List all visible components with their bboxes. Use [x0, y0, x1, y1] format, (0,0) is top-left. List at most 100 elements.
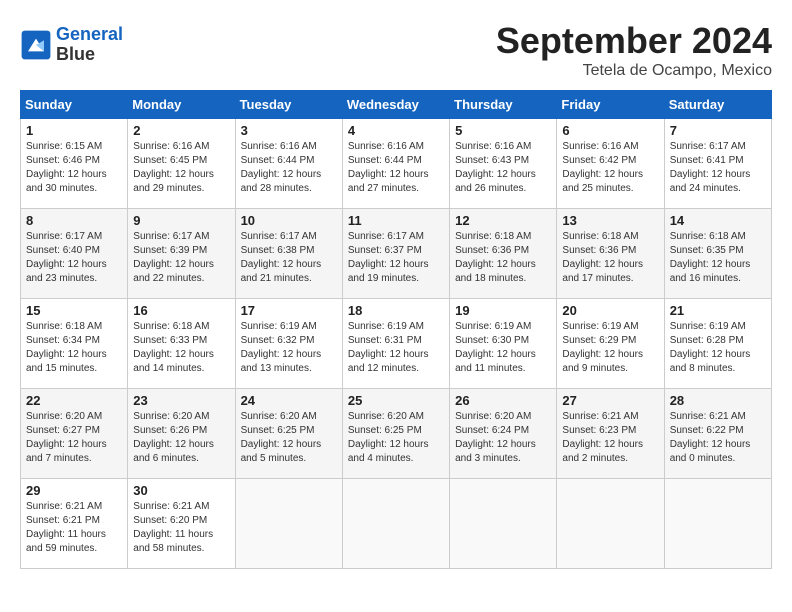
day-number-2: 2 — [133, 123, 229, 138]
calendar-cell-22: 22 Sunrise: 6:20 AM Sunset: 6:27 PM Dayli… — [21, 389, 128, 479]
day-number-19: 19 — [455, 303, 551, 318]
day-number-11: 11 — [348, 213, 444, 228]
weekday-header-monday: Monday — [128, 91, 235, 119]
day-number-18: 18 — [348, 303, 444, 318]
day-number-5: 5 — [455, 123, 551, 138]
day-number-17: 17 — [241, 303, 337, 318]
day-number-30: 30 — [133, 483, 229, 498]
day-number-7: 7 — [670, 123, 766, 138]
day-text-22: Sunrise: 6:20 AM Sunset: 6:27 PM Dayligh… — [26, 410, 122, 466]
calendar-week-5: 29 Sunrise: 6:21 AM Sunset: 6:21 PM Dayli… — [21, 479, 772, 569]
logo-text: General Blue — [56, 25, 123, 65]
calendar-cell-19: 19 Sunrise: 6:19 AM Sunset: 6:30 PM Dayli… — [450, 299, 557, 389]
calendar-week-2: 8 Sunrise: 6:17 AM Sunset: 6:40 PM Daylig… — [21, 209, 772, 299]
title-block: September 2024 Tetela de Ocampo, Mexico — [496, 20, 772, 80]
day-text-28: Sunrise: 6:21 AM Sunset: 6:22 PM Dayligh… — [670, 410, 766, 466]
day-text-24: Sunrise: 6:20 AM Sunset: 6:25 PM Dayligh… — [241, 410, 337, 466]
calendar-cell-18: 18Sunrise: 6:19 AM Sunset: 6:31 PM Dayli… — [342, 299, 449, 389]
weekday-header-row: SundayMondayTuesdayWednesdayThursdayFrid… — [21, 91, 772, 119]
day-text-19: Sunrise: 6:19 AM Sunset: 6:30 PM Dayligh… — [455, 320, 551, 376]
weekday-header-wednesday: Wednesday — [342, 91, 449, 119]
calendar-cell-1: 1 Sunrise: 6:15 AM Sunset: 6:46 PM Daylig… — [21, 119, 128, 209]
day-text-29: Sunrise: 6:21 AM Sunset: 6:21 PM Dayligh… — [26, 500, 122, 556]
day-number-1: 1 — [26, 123, 122, 138]
calendar-cell-16: 16 Sunrise: 6:18 AM Sunset: 6:33 PM Dayli… — [128, 299, 235, 389]
weekday-header-thursday: Thursday — [450, 91, 557, 119]
day-number-6: 6 — [562, 123, 658, 138]
day-text-30: Sunrise: 6:21 AM Sunset: 6:20 PM Dayligh… — [133, 500, 229, 556]
calendar-cell-2: 2 Sunrise: 6:16 AM Sunset: 6:45 PM Daylig… — [128, 119, 235, 209]
day-number-9: 9 — [133, 213, 229, 228]
day-text-3: Sunrise: 6:16 AM Sunset: 6:44 PM Dayligh… — [241, 140, 337, 196]
day-text-16: Sunrise: 6:18 AM Sunset: 6:33 PM Dayligh… — [133, 320, 229, 376]
day-text-10: Sunrise: 6:17 AM Sunset: 6:38 PM Dayligh… — [241, 230, 337, 286]
day-number-3: 3 — [241, 123, 337, 138]
day-text-8: Sunrise: 6:17 AM Sunset: 6:40 PM Dayligh… — [26, 230, 122, 286]
day-number-28: 28 — [670, 393, 766, 408]
day-text-15: Sunrise: 6:18 AM Sunset: 6:34 PM Dayligh… — [26, 320, 122, 376]
day-number-23: 23 — [133, 393, 229, 408]
calendar-cell-11: 11 Sunrise: 6:17 AM Sunset: 6:37 PM Dayli… — [342, 209, 449, 299]
calendar-cell-empty-4-6 — [664, 479, 771, 569]
calendar-cell-5: 5 Sunrise: 6:16 AM Sunset: 6:43 PM Daylig… — [450, 119, 557, 209]
day-number-4: 4 — [348, 123, 444, 138]
calendar-cell-14: 14Sunrise: 6:18 AM Sunset: 6:35 PM Dayli… — [664, 209, 771, 299]
day-text-12: Sunrise: 6:18 AM Sunset: 6:36 PM Dayligh… — [455, 230, 551, 286]
day-number-16: 16 — [133, 303, 229, 318]
day-text-25: Sunrise: 6:20 AM Sunset: 6:25 PM Dayligh… — [348, 410, 444, 466]
calendar-cell-10: 10 Sunrise: 6:17 AM Sunset: 6:38 PM Dayli… — [235, 209, 342, 299]
month-title: September 2024 — [496, 20, 772, 62]
calendar-cell-20: 20Sunrise: 6:19 AM Sunset: 6:29 PM Dayli… — [557, 299, 664, 389]
page-header: General Blue September 2024 Tetela de Oc… — [20, 20, 772, 80]
calendar-cell-28: 28 Sunrise: 6:21 AM Sunset: 6:22 PM Dayli… — [664, 389, 771, 479]
calendar-week-1: 1 Sunrise: 6:15 AM Sunset: 6:46 PM Daylig… — [21, 119, 772, 209]
calendar-cell-8: 8 Sunrise: 6:17 AM Sunset: 6:40 PM Daylig… — [21, 209, 128, 299]
day-text-7: Sunrise: 6:17 AM Sunset: 6:41 PM Dayligh… — [670, 140, 766, 196]
day-number-13: 13 — [562, 213, 658, 228]
calendar-week-4: 22 Sunrise: 6:20 AM Sunset: 6:27 PM Dayli… — [21, 389, 772, 479]
calendar-cell-empty-4-5 — [557, 479, 664, 569]
day-text-1: Sunrise: 6:15 AM Sunset: 6:46 PM Dayligh… — [26, 140, 122, 196]
day-text-23: Sunrise: 6:20 AM Sunset: 6:26 PM Dayligh… — [133, 410, 229, 466]
calendar-cell-13: 13 Sunrise: 6:18 AM Sunset: 6:36 PM Dayli… — [557, 209, 664, 299]
day-number-10: 10 — [241, 213, 337, 228]
day-number-24: 24 — [241, 393, 337, 408]
day-text-11: Sunrise: 6:17 AM Sunset: 6:37 PM Dayligh… — [348, 230, 444, 286]
day-number-14: 14 — [670, 213, 766, 228]
day-number-15: 15 — [26, 303, 122, 318]
day-text-26: Sunrise: 6:20 AM Sunset: 6:24 PM Dayligh… — [455, 410, 551, 466]
calendar-cell-15: 15 Sunrise: 6:18 AM Sunset: 6:34 PM Dayli… — [21, 299, 128, 389]
calendar-cell-17: 17 Sunrise: 6:19 AM Sunset: 6:32 PM Dayli… — [235, 299, 342, 389]
day-text-27: Sunrise: 6:21 AM Sunset: 6:23 PM Dayligh… — [562, 410, 658, 466]
day-number-8: 8 — [26, 213, 122, 228]
day-text-21: Sunrise: 6:19 AM Sunset: 6:28 PM Dayligh… — [670, 320, 766, 376]
calendar-cell-24: 24 Sunrise: 6:20 AM Sunset: 6:25 PM Dayli… — [235, 389, 342, 479]
calendar-table: SundayMondayTuesdayWednesdayThursdayFrid… — [20, 90, 772, 569]
day-number-25: 25 — [348, 393, 444, 408]
day-text-17: Sunrise: 6:19 AM Sunset: 6:32 PM Dayligh… — [241, 320, 337, 376]
day-number-22: 22 — [26, 393, 122, 408]
calendar-cell-9: 9 Sunrise: 6:17 AM Sunset: 6:39 PM Daylig… — [128, 209, 235, 299]
logo-icon — [20, 29, 52, 61]
day-number-26: 26 — [455, 393, 551, 408]
calendar-cell-12: 12 Sunrise: 6:18 AM Sunset: 6:36 PM Dayli… — [450, 209, 557, 299]
weekday-header-friday: Friday — [557, 91, 664, 119]
day-number-21: 21 — [670, 303, 766, 318]
calendar-cell-27: 27Sunrise: 6:21 AM Sunset: 6:23 PM Dayli… — [557, 389, 664, 479]
weekday-header-sunday: Sunday — [21, 91, 128, 119]
weekday-header-tuesday: Tuesday — [235, 91, 342, 119]
day-text-20: Sunrise: 6:19 AM Sunset: 6:29 PM Dayligh… — [562, 320, 658, 376]
day-text-2: Sunrise: 6:16 AM Sunset: 6:45 PM Dayligh… — [133, 140, 229, 196]
weekday-header-saturday: Saturday — [664, 91, 771, 119]
day-text-6: Sunrise: 6:16 AM Sunset: 6:42 PM Dayligh… — [562, 140, 658, 196]
day-text-9: Sunrise: 6:17 AM Sunset: 6:39 PM Dayligh… — [133, 230, 229, 286]
day-text-13: Sunrise: 6:18 AM Sunset: 6:36 PM Dayligh… — [562, 230, 658, 286]
day-text-5: Sunrise: 6:16 AM Sunset: 6:43 PM Dayligh… — [455, 140, 551, 196]
calendar-cell-23: 23 Sunrise: 6:20 AM Sunset: 6:26 PM Dayli… — [128, 389, 235, 479]
calendar-cell-7: 7 Sunrise: 6:17 AM Sunset: 6:41 PM Daylig… — [664, 119, 771, 209]
day-number-29: 29 — [26, 483, 122, 498]
day-number-12: 12 — [455, 213, 551, 228]
calendar-cell-26: 26 Sunrise: 6:20 AM Sunset: 6:24 PM Dayli… — [450, 389, 557, 479]
calendar-cell-21: 21 Sunrise: 6:19 AM Sunset: 6:28 PM Dayli… — [664, 299, 771, 389]
calendar-cell-30: 30 Sunrise: 6:21 AM Sunset: 6:20 PM Dayli… — [128, 479, 235, 569]
